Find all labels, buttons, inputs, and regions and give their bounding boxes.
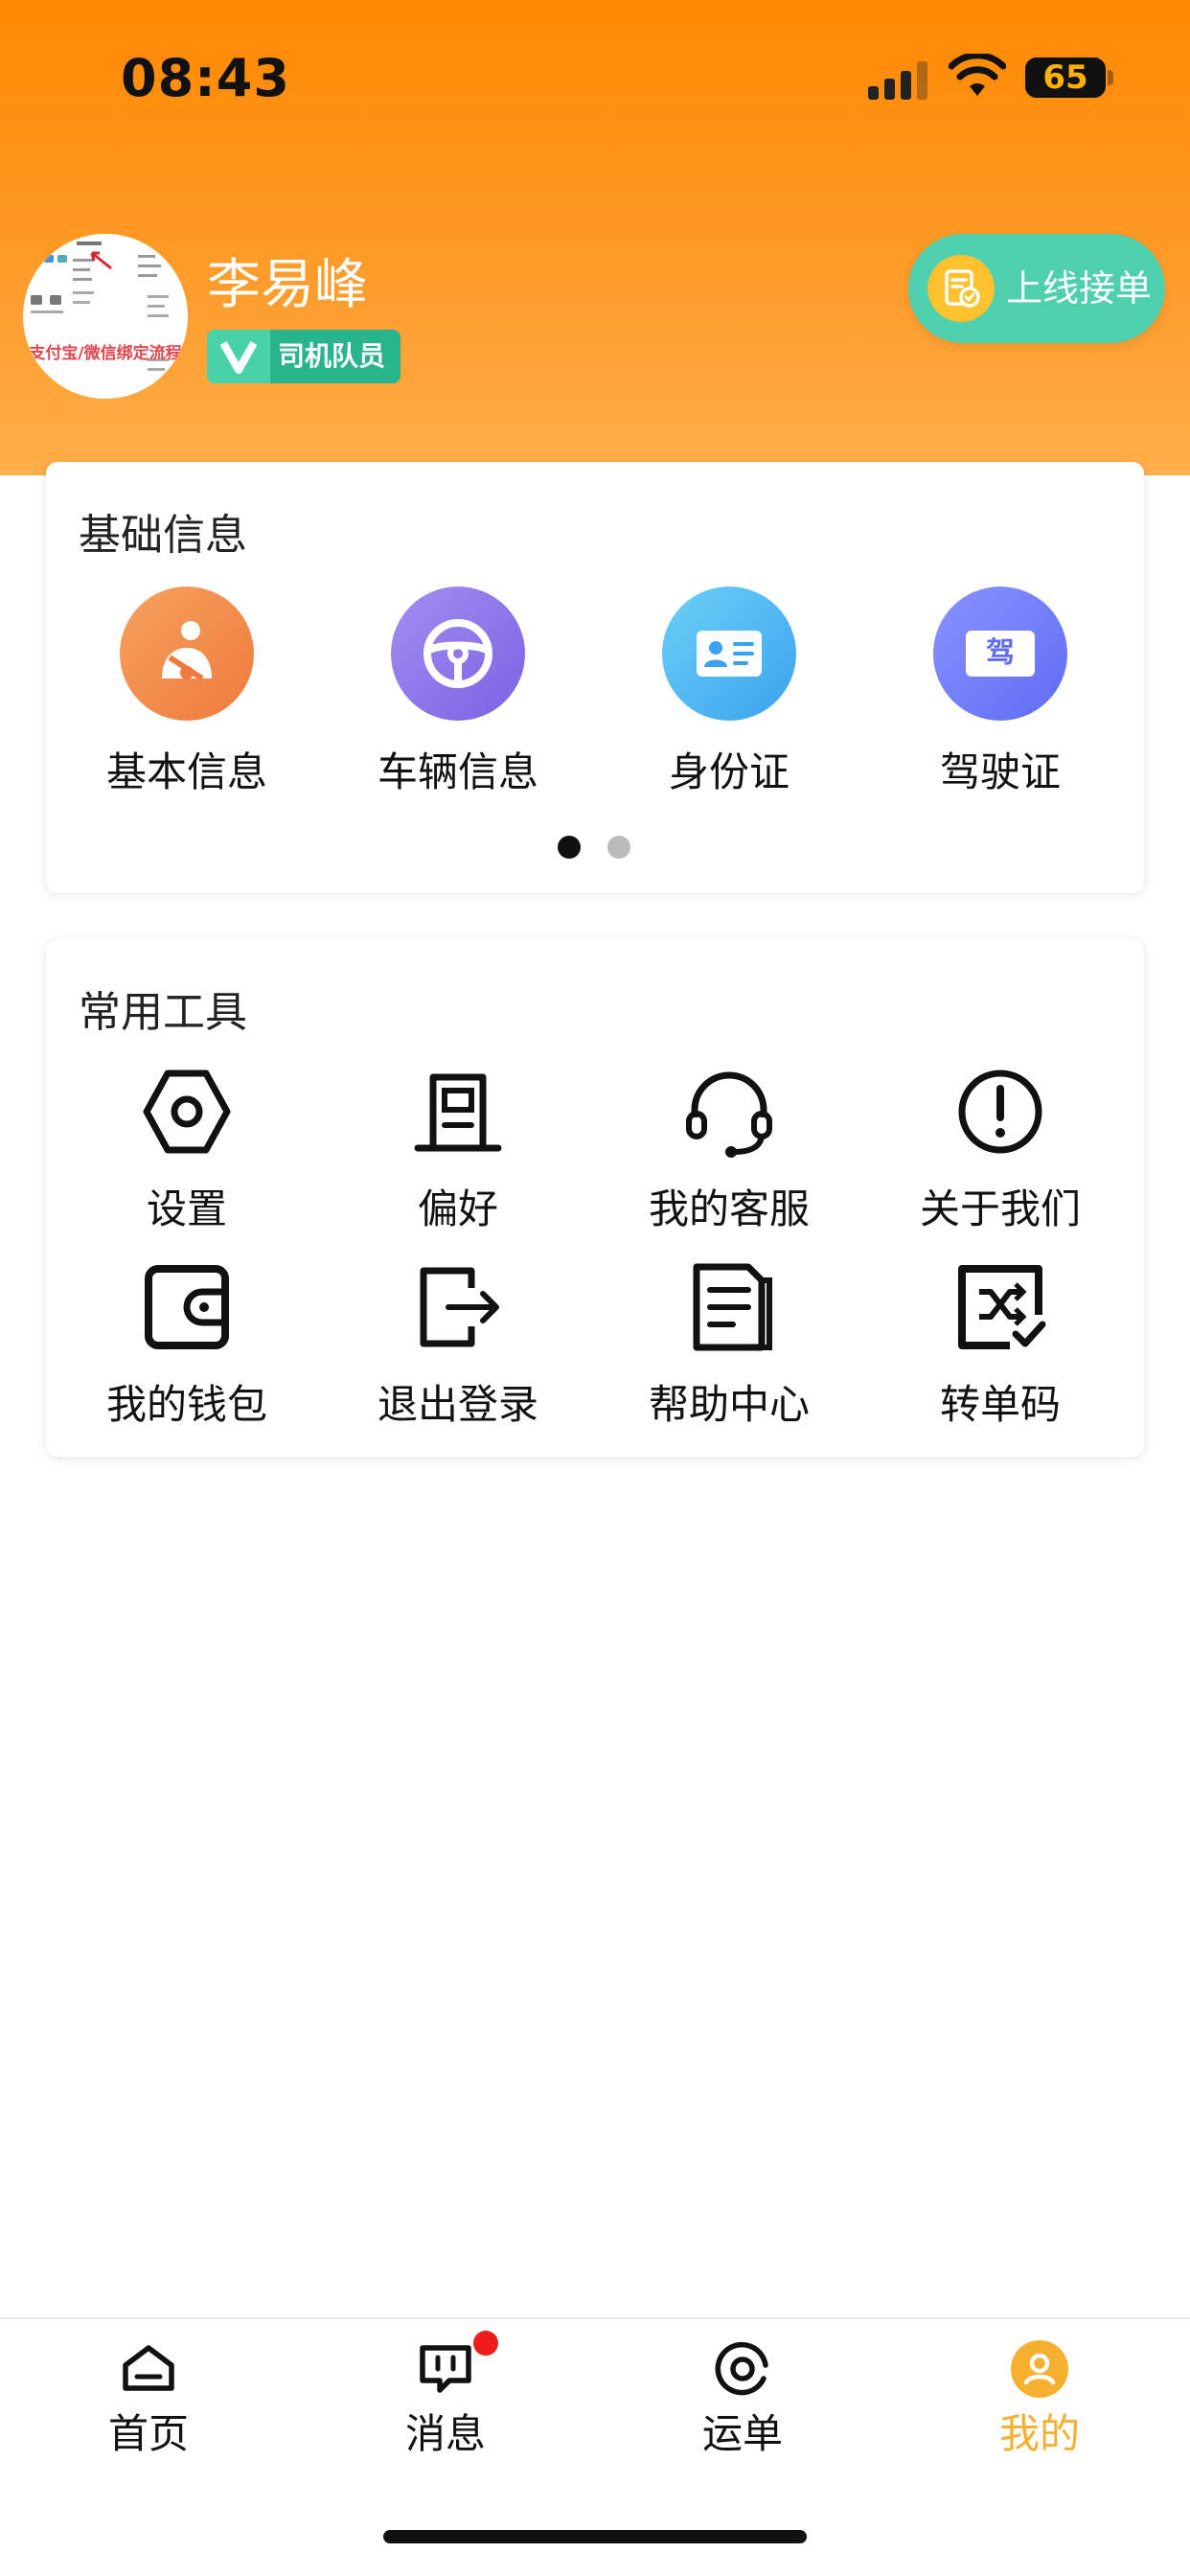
basic-item-vehicle[interactable]: 车辆信息 <box>322 586 594 807</box>
tool-preference[interactable]: 偏好 <box>322 1064 594 1236</box>
nav-waybill[interactable]: 运单 <box>594 2319 891 2511</box>
basic-item-label: 身份证 <box>668 748 790 795</box>
nav-label: 首页 <box>107 2410 189 2457</box>
common-tools-title: 常用工具 <box>79 988 247 1037</box>
basic-item-label: 基本信息 <box>105 748 267 795</box>
tool-label: 设置 <box>146 1185 227 1232</box>
status-time: 08:43 <box>121 48 290 108</box>
tool-about-us[interactable]: 关于我们 <box>864 1064 1136 1236</box>
order-check-icon <box>927 255 995 322</box>
role-label: 司机队员 <box>278 340 386 372</box>
settings-hexagon-icon <box>143 1070 231 1154</box>
message-unread-badge <box>473 2331 498 2356</box>
tool-label: 偏好 <box>417 1185 498 1232</box>
role-badge: 司机队员 <box>207 330 400 383</box>
preference-icon <box>414 1073 502 1152</box>
basic-info-title: 基础信息 <box>79 511 247 560</box>
nav-mine[interactable]: 我的 <box>891 2319 1188 2511</box>
basic-item-driver-license[interactable]: 驾 驾驶证 <box>864 586 1136 807</box>
basic-info-card: 基础信息 基本信息 车辆信息 身份证 驾 驾驶证 <box>46 462 1144 893</box>
user-name: 李易峰 <box>207 254 368 316</box>
tool-logout[interactable]: 退出登录 <box>322 1259 594 1432</box>
go-online-label: 上线接单 <box>1006 267 1153 310</box>
go-online-button[interactable]: 上线接单 <box>908 234 1165 343</box>
pager-dots[interactable] <box>46 836 1144 864</box>
battery-icon: 65 <box>1025 58 1106 98</box>
wallet-icon <box>145 1265 229 1349</box>
transfer-code-icon <box>958 1265 1046 1349</box>
help-document-icon <box>693 1263 772 1351</box>
battery-level: 65 <box>1042 58 1088 97</box>
seatbelt-person-icon <box>120 586 254 721</box>
id-card-icon <box>662 586 796 721</box>
home-icon <box>123 2345 174 2391</box>
basic-item-label: 驾驶证 <box>939 748 1061 795</box>
common-tools-card: 常用工具 设置 偏好 我的客服 关于我们 我的钱包 退出登录 帮助中心 转单码 <box>46 939 1144 1457</box>
headset-icon <box>686 1071 772 1158</box>
steering-wheel-icon <box>391 586 525 721</box>
nav-label: 运单 <box>701 2410 783 2457</box>
pager-dot-active[interactable] <box>558 836 581 859</box>
nav-label-active: 我的 <box>998 2410 1080 2457</box>
tool-wallet[interactable]: 我的钱包 <box>51 1259 323 1432</box>
wifi-icon <box>949 54 1006 96</box>
tool-transfer-code[interactable]: 转单码 <box>864 1259 1136 1432</box>
logout-icon <box>420 1267 499 1347</box>
driver-license-icon: 驾 <box>933 586 1067 721</box>
status-bar: 08:43 65 <box>0 0 1190 144</box>
tool-settings[interactable]: 设置 <box>51 1064 323 1236</box>
tool-label: 我的客服 <box>648 1185 810 1232</box>
avatar-caption: 支付宝/微信绑定流程 <box>29 344 182 363</box>
info-alert-icon <box>958 1070 1042 1154</box>
tool-label: 我的钱包 <box>105 1381 267 1428</box>
message-icon <box>420 2345 471 2393</box>
tool-label: 退出登录 <box>377 1381 538 1428</box>
profile-icon <box>1011 2340 1068 2398</box>
nav-messages[interactable]: 消息 <box>297 2319 594 2511</box>
home-indicator[interactable] <box>383 2530 807 2543</box>
tool-customer-service[interactable]: 我的客服 <box>593 1064 865 1236</box>
verified-v-icon <box>207 330 270 383</box>
tool-label: 关于我们 <box>919 1185 1081 1232</box>
basic-item-label: 车辆信息 <box>377 748 538 795</box>
nav-home[interactable]: 首页 <box>0 2319 297 2511</box>
my-profile-page: 08:43 65 支付宝/微信绑定流程 李易峰 司机队员 上线接单 基础信息 基… <box>0 0 1190 2576</box>
battery-cap <box>1108 70 1113 85</box>
basic-item-id-card[interactable]: 身份证 <box>593 586 865 807</box>
tool-label: 帮助中心 <box>648 1381 810 1428</box>
waybill-icon <box>715 2341 768 2396</box>
tool-label: 转单码 <box>939 1381 1061 1428</box>
license-char: 驾 <box>986 636 1015 670</box>
pager-dot[interactable] <box>607 836 630 859</box>
cellular-signal-icon <box>868 59 929 100</box>
avatar[interactable]: 支付宝/微信绑定流程 <box>23 234 188 399</box>
nav-label: 消息 <box>404 2410 486 2457</box>
tool-help-center[interactable]: 帮助中心 <box>593 1259 865 1432</box>
avatar-screenshot-image <box>23 234 188 399</box>
basic-item-profile[interactable]: 基本信息 <box>51 586 323 807</box>
